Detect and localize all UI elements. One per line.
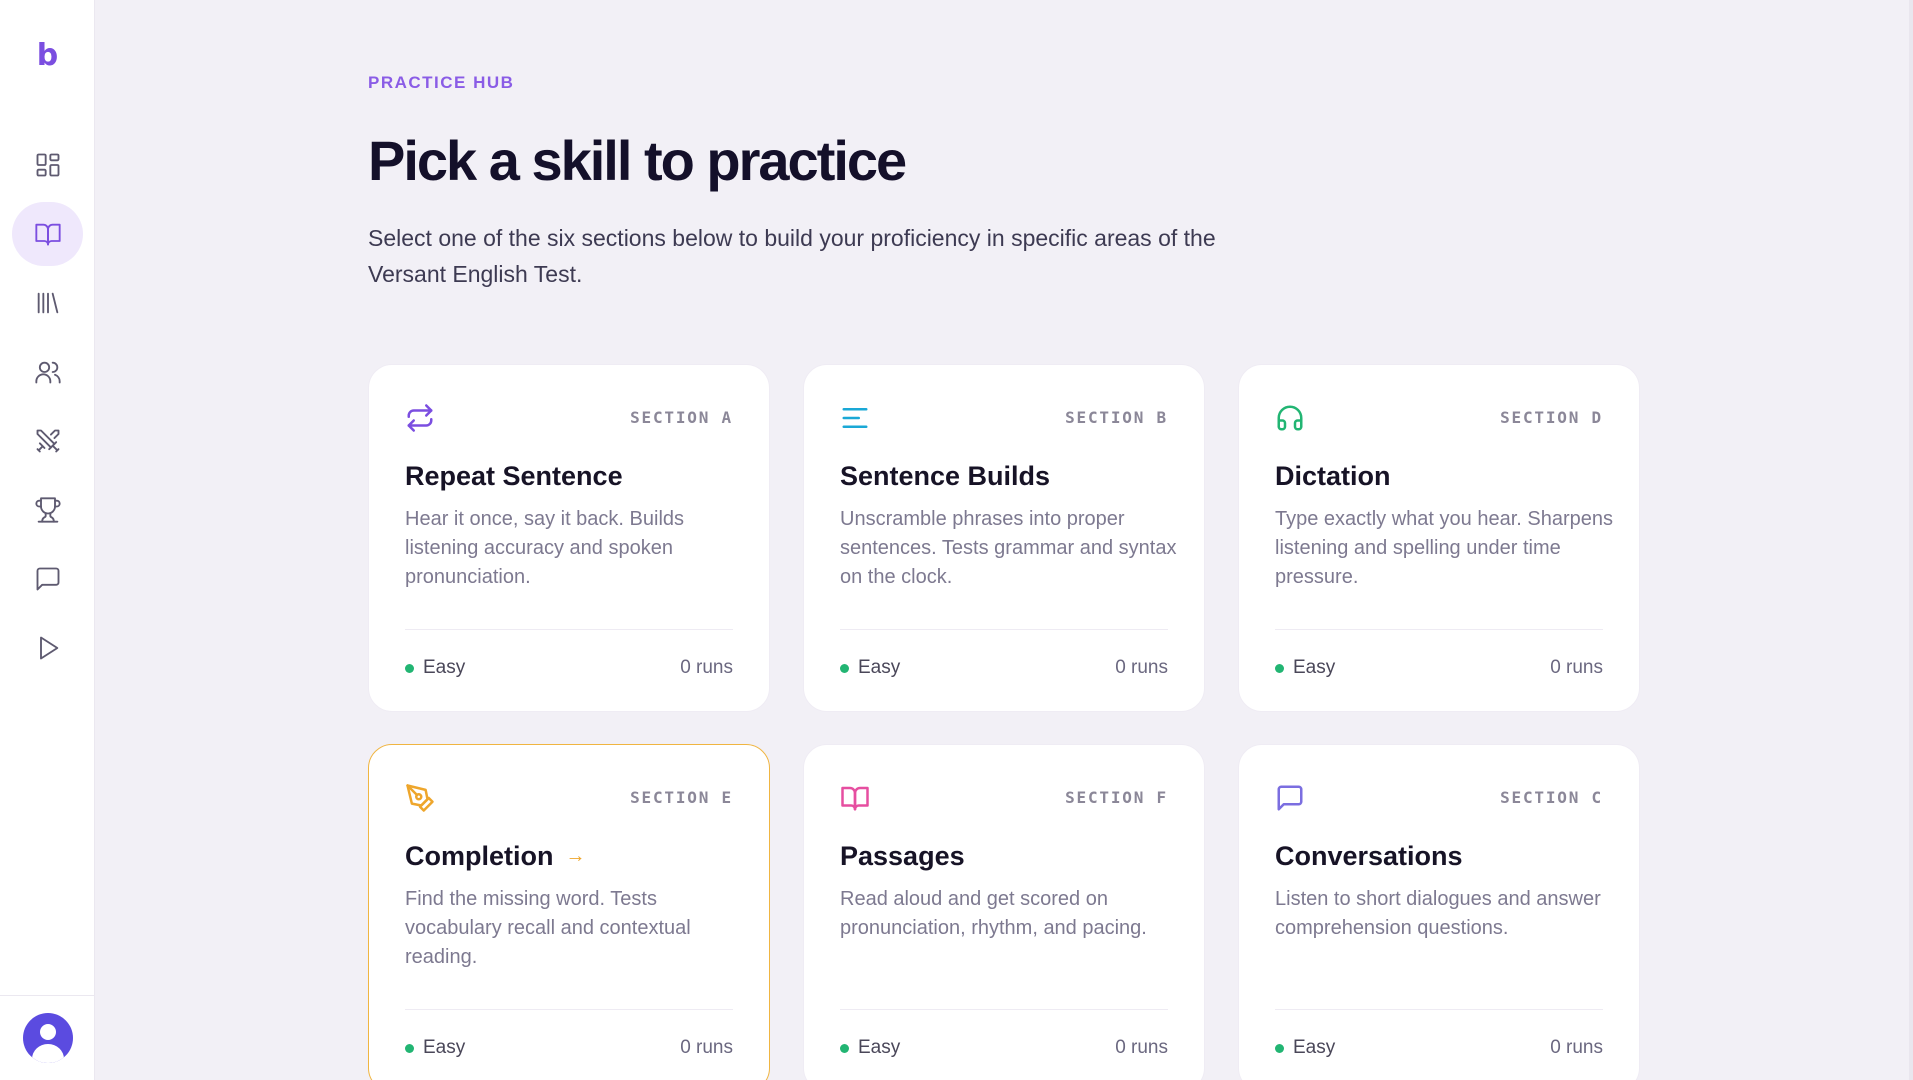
run-count: 0 runs: [1115, 657, 1168, 678]
skill-name-text: Completion: [405, 841, 554, 871]
difficulty-dot: [1275, 663, 1284, 673]
skill-card-conversations[interactable]: SECTION C Conversations Listen to short …: [1238, 744, 1640, 1080]
avatar-head: [40, 1024, 56, 1040]
difficulty-label: Easy: [1293, 657, 1336, 678]
run-count: 0 runs: [1550, 1037, 1603, 1058]
difficulty-dot: [840, 663, 849, 673]
difficulty-dot: [840, 1043, 849, 1053]
skill-description: Find the missing word. Tests vocabulary …: [405, 888, 691, 968]
play-icon: [39, 636, 58, 660]
difficulty-label: Easy: [1293, 1037, 1336, 1058]
section-label: SECTION F: [1065, 788, 1168, 807]
skill-card-repeat-sentence[interactable]: SECTION A Repeat Sentence Hear it once, …: [368, 364, 770, 712]
page-subtitle: Select one of the six sections below to …: [368, 225, 1216, 287]
run-count: 0 runs: [680, 657, 733, 678]
skill-description: Read aloud and get scored on pronunciati…: [840, 888, 1147, 939]
sidebar-item-videos[interactable]: [12, 616, 83, 680]
difficulty-badge: Easy: [840, 1037, 900, 1059]
skill-name-text: Passages: [840, 841, 965, 871]
difficulty-dot: [1275, 1043, 1284, 1053]
card-divider: [1275, 1009, 1603, 1010]
card-divider: [840, 629, 1168, 630]
swords-icon: [36, 429, 59, 453]
skill-card-passages[interactable]: SECTION F Passages Read aloud and get sc…: [803, 744, 1205, 1080]
skill-name-text: Dictation: [1275, 461, 1391, 491]
run-count: 0 runs: [680, 1037, 733, 1058]
skill-name: Conversations: [1275, 841, 1463, 872]
page-scrollbar[interactable]: [1909, 0, 1913, 1080]
arrow-right-icon: →: [565, 845, 586, 867]
sidebar-item-leaderboard[interactable]: [12, 478, 83, 542]
sidebar-item-community[interactable]: [12, 340, 83, 404]
skill-name-text: Conversations: [1275, 841, 1463, 871]
library-icon: [37, 292, 58, 314]
chat-icon: [1275, 783, 1305, 813]
difficulty-label: Easy: [858, 1037, 901, 1058]
difficulty-badge: Easy: [405, 657, 465, 679]
skill-name: Passages: [840, 841, 965, 872]
section-label: SECTION A: [630, 408, 733, 427]
repeat-icon: [405, 403, 435, 433]
sidebar-item-messages[interactable]: [12, 547, 83, 611]
run-count: 0 runs: [1115, 1037, 1168, 1058]
section-label: SECTION C: [1500, 788, 1603, 807]
sidebar-item-library[interactable]: [12, 271, 83, 335]
difficulty-badge: Easy: [1275, 657, 1335, 679]
sidebar-item-battle[interactable]: [12, 409, 83, 473]
skill-name-text: Sentence Builds: [840, 461, 1051, 491]
align-left-icon: [840, 403, 870, 433]
skill-description: Unscramble phrases into proper sentences…: [840, 508, 1177, 588]
page-title: Pick a skill to practice: [368, 129, 907, 192]
difficulty-badge: Easy: [1275, 1037, 1335, 1059]
difficulty-badge: Easy: [405, 1037, 465, 1059]
section-label: SECTION B: [1065, 408, 1168, 427]
skill-name: Repeat Sentence: [405, 461, 623, 492]
skill-card-dictation[interactable]: SECTION D Dictation Type exactly what yo…: [1238, 364, 1640, 712]
sidebar-item-practice[interactable]: [12, 202, 83, 266]
sidebar-item-dashboard[interactable]: [12, 133, 83, 197]
difficulty-badge: Easy: [840, 657, 900, 679]
chat-icon: [36, 567, 59, 591]
trophy-icon: [34, 497, 61, 523]
sidebar-divider: [0, 995, 95, 996]
difficulty-dot: [405, 663, 414, 673]
section-label: SECTION D: [1500, 408, 1603, 427]
difficulty-label: Easy: [423, 657, 466, 678]
skill-card-sentence-builds[interactable]: SECTION B Sentence Builds Unscramble phr…: [803, 364, 1205, 712]
card-divider: [840, 1009, 1168, 1010]
users-icon: [34, 361, 61, 384]
headphones-icon: [1275, 403, 1305, 433]
skill-description: Type exactly what you hear. Sharpens lis…: [1275, 508, 1613, 588]
card-divider: [405, 629, 733, 630]
run-count: 0 runs: [1550, 657, 1603, 678]
avatar-body: [32, 1044, 64, 1063]
difficulty-dot: [405, 1043, 414, 1053]
sidebar: b: [0, 0, 95, 1080]
skill-name-text: Repeat Sentence: [405, 461, 623, 491]
skill-name: Dictation: [1275, 461, 1391, 492]
open-book-icon: [840, 783, 870, 813]
card-divider: [1275, 629, 1603, 630]
skill-description: Listen to short dialogues and answer com…: [1275, 888, 1601, 939]
difficulty-label: Easy: [858, 657, 901, 678]
section-label: SECTION E: [630, 788, 733, 807]
open-book-icon: [34, 223, 61, 246]
skill-card-completion[interactable]: SECTION E Completion → Find the missing w…: [368, 744, 770, 1080]
difficulty-label: Easy: [423, 1037, 466, 1058]
skill-name: Sentence Builds: [840, 461, 1050, 492]
avatar[interactable]: [23, 1013, 73, 1063]
app-logo[interactable]: b: [0, 38, 95, 73]
page-eyebrow: PRACTICE HUB: [368, 73, 515, 92]
skill-description: Hear it once, say it back. Builds listen…: [405, 508, 685, 588]
pen-tool-icon: [405, 783, 435, 813]
card-divider: [405, 1009, 733, 1010]
skill-name: Completion →: [405, 841, 586, 872]
dashboard-icon: [36, 153, 59, 177]
